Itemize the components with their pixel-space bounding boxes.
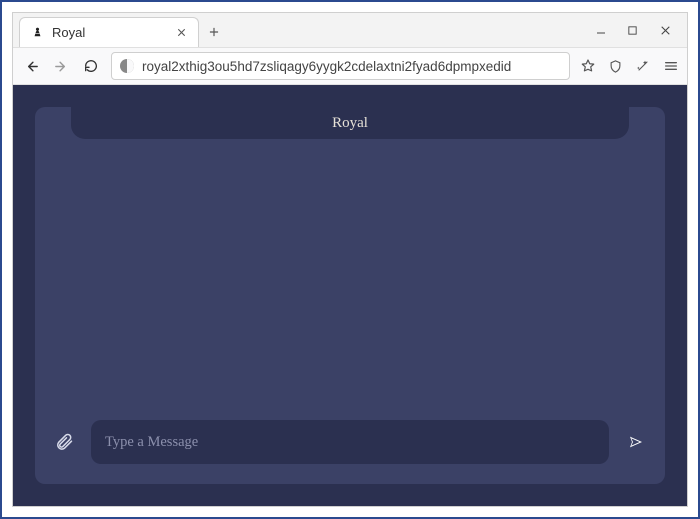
url-bar[interactable]: royal2xthig3ou5hd7zsliqagy6yygk2cdelaxtn… [111,52,570,80]
browser-window: Royal [12,12,688,507]
browser-toolbar: royal2xthig3ou5hd7zsliqagy6yygk2cdelaxtn… [13,47,687,85]
chat-composer [51,416,649,468]
attach-button[interactable] [51,429,77,455]
close-icon[interactable] [174,26,188,40]
toolbar-right [580,58,679,74]
forward-button[interactable] [51,56,71,76]
maximize-button[interactable] [627,25,641,36]
tab-strip: Royal [13,13,687,47]
chat-title: Royal [332,115,368,132]
paperclip-icon [54,432,74,452]
window-controls [595,13,683,47]
page-viewport: Royal [13,85,687,506]
chat-body [35,139,665,416]
chat-header: Royal [71,107,629,139]
site-identity-icon [120,59,134,73]
sparkle-icon[interactable] [635,58,651,74]
bookmark-icon[interactable] [580,58,596,74]
close-window-button[interactable] [659,24,673,37]
paper-plane-icon [628,434,644,450]
chat-panel: Royal [35,107,665,484]
menu-icon[interactable] [663,58,679,74]
message-input-wrap[interactable] [91,420,609,464]
shield-icon[interactable] [608,59,623,74]
new-tab-button[interactable] [199,17,229,47]
window-frame: Royal [0,0,700,519]
send-button[interactable] [623,429,649,455]
message-input[interactable] [105,434,595,451]
tab-title: Royal [52,25,174,40]
url-text: royal2xthig3ou5hd7zsliqagy6yygk2cdelaxtn… [142,59,561,74]
minimize-button[interactable] [595,24,609,36]
back-button[interactable] [21,56,41,76]
chess-pawn-icon [30,26,44,40]
browser-tab[interactable]: Royal [19,17,199,47]
reload-button[interactable] [81,56,101,76]
